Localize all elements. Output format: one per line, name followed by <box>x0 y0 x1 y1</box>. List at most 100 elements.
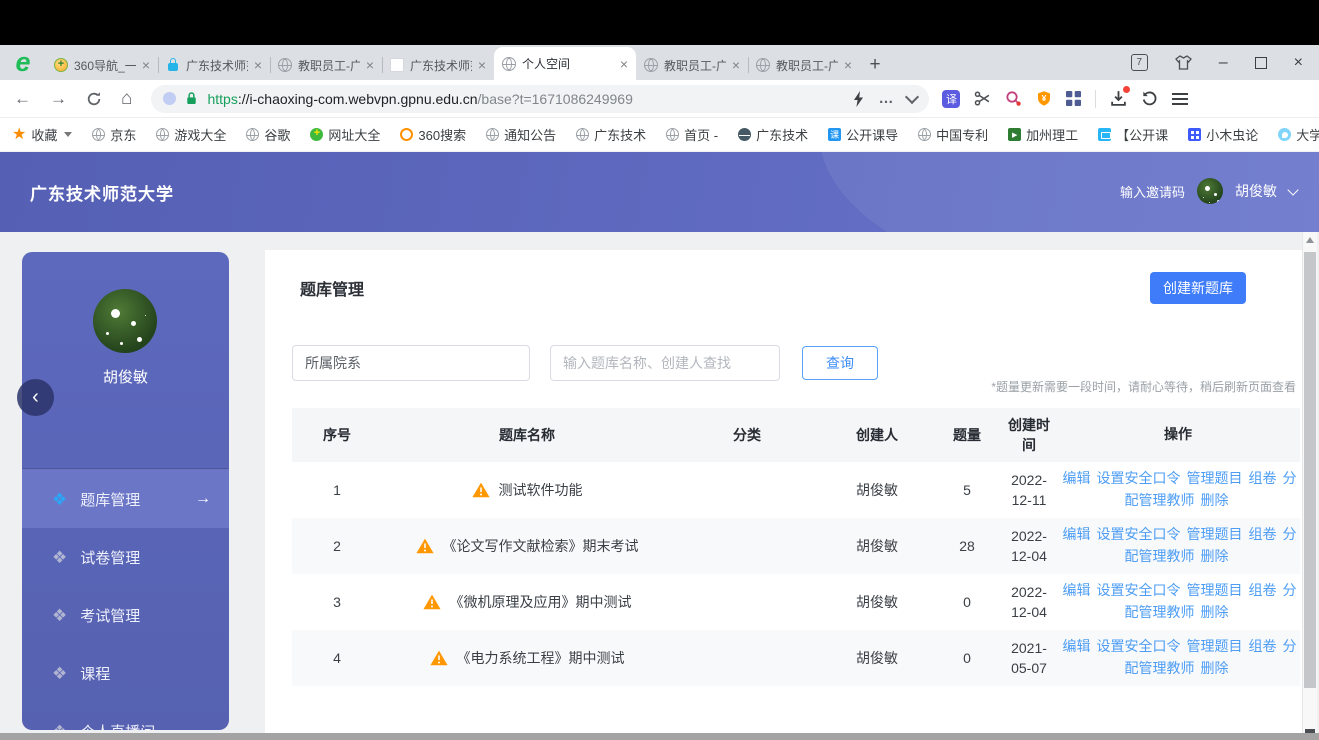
delete-link[interactable]: 删除 <box>1201 604 1229 620</box>
translate-icon[interactable]: 译 <box>942 90 960 108</box>
tab-count-badge[interactable]: 7 <box>1131 54 1148 71</box>
window-bottom-edge <box>0 733 1319 740</box>
sidebar-item-exam-management[interactable]: ❖ 考试管理 <box>22 586 229 644</box>
bank-name[interactable]: 《论文写作文献检索》期末考试 <box>443 536 639 556</box>
bookmark-china-patent[interactable]: 中国专利 <box>918 125 988 144</box>
set-password-link[interactable]: 设置安全口令 <box>1097 470 1181 486</box>
assemble-paper-link[interactable]: 组卷 <box>1249 582 1277 598</box>
bookmark-360search[interactable]: 360搜索 <box>400 125 466 144</box>
bookmark-wangzhi[interactable]: 网址大全 <box>310 125 380 144</box>
forward-icon[interactable]: → <box>50 90 67 107</box>
edit-link[interactable]: 编辑 <box>1063 470 1091 486</box>
scrollbar-up-arrow-icon[interactable] <box>1306 237 1314 243</box>
new-tab-button[interactable]: + <box>860 50 890 80</box>
delete-link[interactable]: 删除 <box>1201 660 1229 676</box>
apps-grid-icon[interactable] <box>1066 91 1081 106</box>
back-icon[interactable]: ← <box>14 90 31 107</box>
undo-icon[interactable] <box>1141 90 1158 107</box>
bookmark-caltech[interactable]: ▶加州理工 <box>1008 125 1078 144</box>
bank-name[interactable]: 《微机原理及应用》期中测试 <box>450 592 632 612</box>
edit-link[interactable]: 编辑 <box>1063 582 1091 598</box>
create-question-bank-button[interactable]: 创建新题库 <box>1150 272 1246 304</box>
manage-questions-link[interactable]: 管理题目 <box>1187 470 1243 486</box>
delete-link[interactable]: 删除 <box>1201 548 1229 564</box>
query-button[interactable]: 查询 <box>802 346 878 380</box>
user-avatar[interactable] <box>1197 178 1223 204</box>
sidebar-item-exam-papers[interactable]: ❖ 试卷管理 <box>22 528 229 586</box>
bookmark-college-student[interactable]: 大学生毕 <box>1278 125 1319 144</box>
tab-close-icon[interactable]: × <box>142 58 150 72</box>
close-window-button[interactable]: × <box>1294 55 1303 71</box>
delete-link[interactable]: 删除 <box>1201 492 1229 508</box>
tab-close-icon[interactable]: × <box>366 58 374 72</box>
tab-close-icon[interactable]: × <box>254 58 262 72</box>
manage-questions-link[interactable]: 管理题目 <box>1187 526 1243 542</box>
user-menu-chevron-icon[interactable] <box>1287 184 1298 195</box>
tab-gpnu-blank[interactable]: 广东技术师范 × <box>382 50 494 80</box>
bookmark-homepage[interactable]: 首页 - <box>666 125 718 144</box>
downloads-icon[interactable] <box>1110 90 1127 107</box>
scrollbar-thumb[interactable] <box>1304 252 1316 688</box>
theme-shirt-icon[interactable] <box>1175 55 1192 70</box>
bookmark-xiaomuchong[interactable]: 小木虫论 <box>1188 125 1258 144</box>
tab-close-icon[interactable]: × <box>732 58 740 72</box>
assemble-paper-link[interactable]: 组卷 <box>1249 638 1277 654</box>
wallet-shield-icon[interactable]: ¥ <box>1036 90 1052 107</box>
url-dropdown-chevron-icon[interactable] <box>905 89 919 103</box>
invite-code-link[interactable]: 输入邀请码 <box>1120 182 1185 201</box>
tab-close-icon[interactable]: × <box>620 57 628 71</box>
restore-button[interactable] <box>1255 57 1267 69</box>
url-more-icon[interactable]: … <box>878 90 894 107</box>
sidebar-item-label: 试卷管理 <box>80 547 140 568</box>
page-scrollbar[interactable] <box>1302 232 1317 740</box>
sidebar-avatar[interactable] <box>93 289 157 353</box>
sidebar-item-question-bank[interactable]: ❖ 题库管理 → <box>22 470 229 528</box>
sidebar-collapse-button[interactable]: ‹ <box>17 379 54 416</box>
bookmark-gpnu-1[interactable]: 广东技术 <box>576 125 646 144</box>
screenshot-scissors-icon[interactable] <box>974 90 991 107</box>
favorites-button[interactable]: ★ 收藏 <box>12 125 72 144</box>
assemble-paper-link[interactable]: 组卷 <box>1249 470 1277 486</box>
header-username[interactable]: 胡俊敏 <box>1235 181 1277 201</box>
secure-lock-icon[interactable] <box>184 91 199 106</box>
bank-name[interactable]: 测试软件功能 <box>499 480 583 500</box>
bookmark-games[interactable]: 游戏大全 <box>156 125 226 144</box>
department-select[interactable]: 所属院系 <box>292 345 530 381</box>
bookmark-open-course[interactable]: 【公开课 <box>1098 125 1168 144</box>
tab-gpnu-lock[interactable]: 广东技术师范 × <box>158 50 270 80</box>
sidebar-item-live-room[interactable]: ❖ 个人直播间 <box>22 702 229 730</box>
tab-staff-1[interactable]: 教职员工-广东 × <box>270 50 382 80</box>
home-icon[interactable]: ⌂ <box>121 89 132 108</box>
minimize-button[interactable]: – <box>1219 55 1228 71</box>
bank-name[interactable]: 《电力系统工程》期中测试 <box>457 648 625 668</box>
bookmark-google[interactable]: 谷歌 <box>246 125 290 144</box>
edit-link[interactable]: 编辑 <box>1063 638 1091 654</box>
url-field[interactable]: https://i-chaoxing-com.webvpn.gpnu.edu.c… <box>151 85 929 113</box>
search-magnifier-icon[interactable] <box>1005 90 1022 107</box>
manage-questions-link[interactable]: 管理题目 <box>1187 638 1243 654</box>
tab-close-icon[interactable]: × <box>844 58 852 72</box>
reload-icon[interactable] <box>86 91 102 107</box>
browser-logo-icon[interactable]: e <box>0 45 46 80</box>
tab-close-icon[interactable]: × <box>478 58 486 72</box>
assemble-paper-link[interactable]: 组卷 <box>1249 526 1277 542</box>
tab-staff-3[interactable]: 教职员工-广东 × <box>748 50 860 80</box>
tab-360-nav[interactable]: 360导航_一个 × <box>46 50 158 80</box>
tab-staff-2[interactable]: 教职员工-广东 × <box>636 50 748 80</box>
set-password-link[interactable]: 设置安全口令 <box>1097 582 1181 598</box>
sidebar-item-courses[interactable]: ❖ 课程 <box>22 644 229 702</box>
bookmark-gpnu-2[interactable]: 广东技术 <box>738 125 808 144</box>
quick-launch-bolt-icon[interactable] <box>852 91 865 107</box>
bookmark-jd[interactable]: 京东 <box>92 125 136 144</box>
url-text[interactable]: https://i-chaoxing-com.webvpn.gpnu.edu.c… <box>207 91 844 107</box>
bookmark-open-course-nav[interactable]: 课公开课导 <box>828 125 898 144</box>
set-password-link[interactable]: 设置安全口令 <box>1097 638 1181 654</box>
menu-hamburger-icon[interactable] <box>1172 98 1188 100</box>
bookmark-notices[interactable]: 通知公告 <box>486 125 556 144</box>
manage-questions-link[interactable]: 管理题目 <box>1187 582 1243 598</box>
search-input[interactable] <box>550 345 780 381</box>
set-password-link[interactable]: 设置安全口令 <box>1097 526 1181 542</box>
edit-link[interactable]: 编辑 <box>1063 526 1091 542</box>
course-icon: 课 <box>828 128 841 141</box>
tab-personal-space-active[interactable]: 个人空间 × <box>494 47 636 80</box>
